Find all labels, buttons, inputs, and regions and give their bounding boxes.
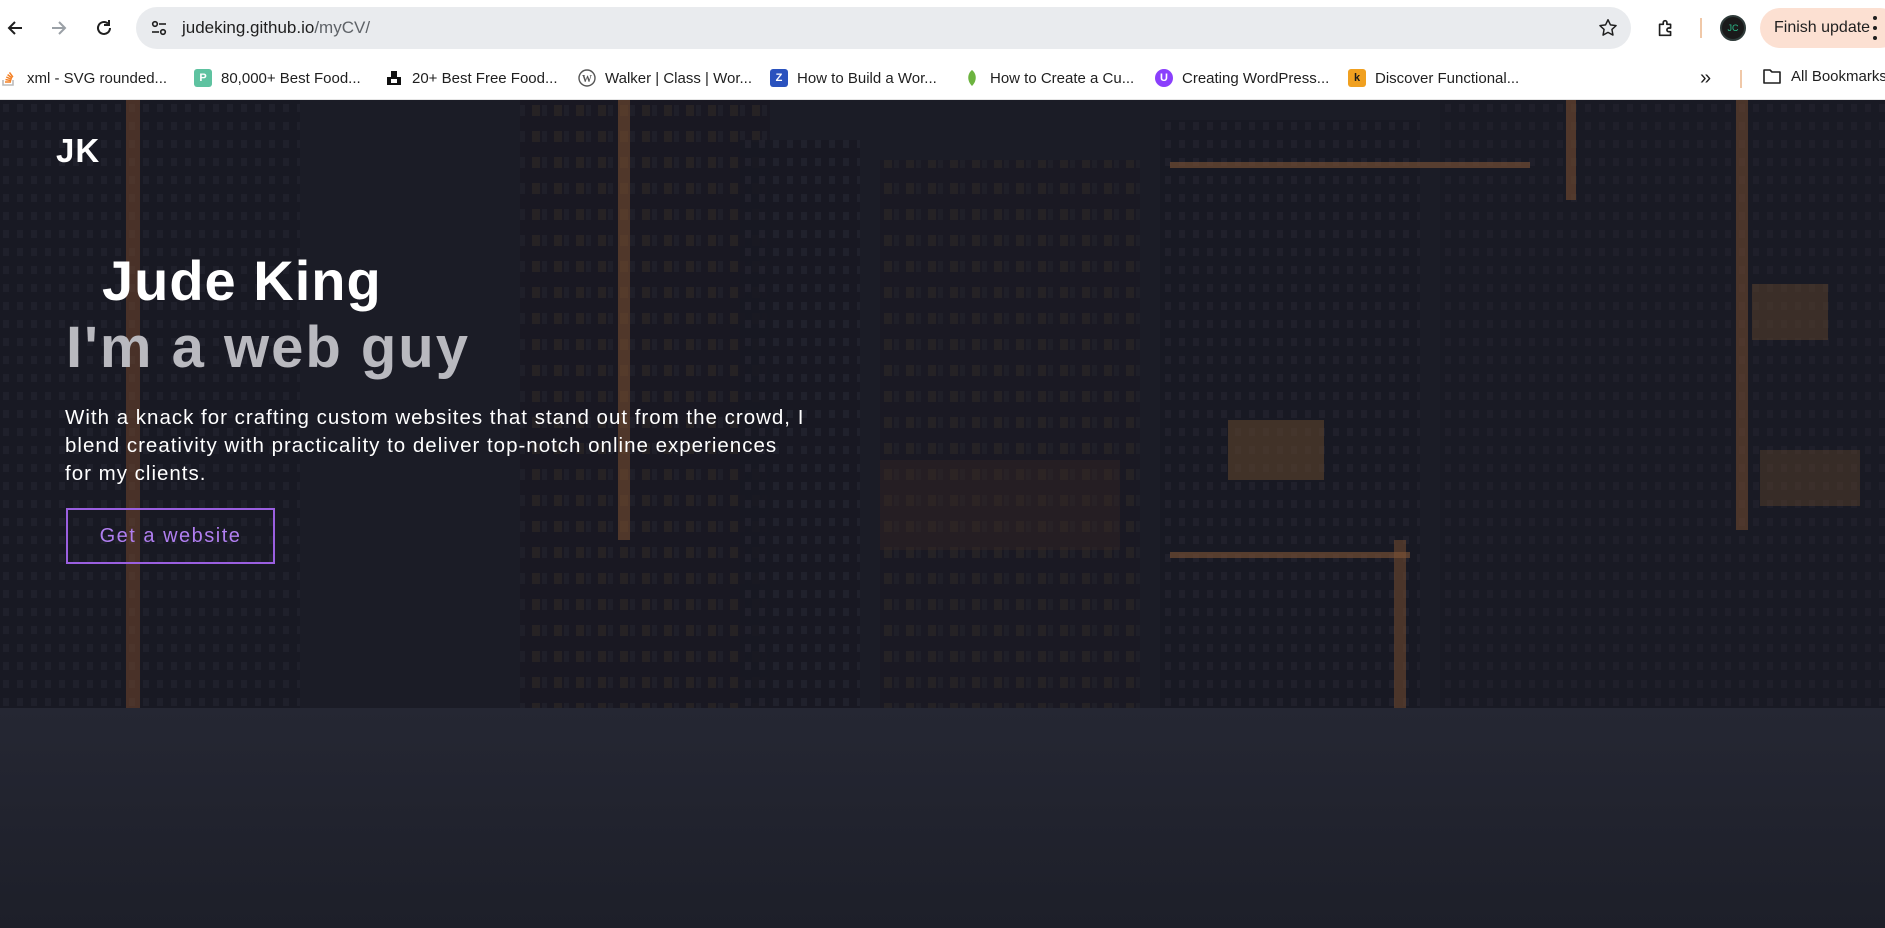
hero-section: JK Jude King I'm a web guy With a knack … xyxy=(0,100,1885,708)
bookmark-label: Walker | Class | Wor... xyxy=(605,69,752,87)
hero-description: With a knack for crafting custom website… xyxy=(65,406,805,485)
more-bookmarks-chevron-icon[interactable]: » xyxy=(1700,68,1722,90)
bookmark-label: 20+ Best Free Food... xyxy=(412,69,558,87)
bookmark-label: How to Create a Cu... xyxy=(990,69,1135,87)
bookmark-item[interactable]: Z How to Build a Wor... xyxy=(770,67,937,89)
reload-icon xyxy=(97,20,111,35)
k-icon: k xyxy=(1348,69,1366,87)
forward-button[interactable] xyxy=(42,12,74,44)
arrow-left-icon xyxy=(7,21,22,35)
hero-name-heading: Jude King xyxy=(102,249,382,312)
hero-tagline: I'm a web guy xyxy=(66,315,470,380)
bookmark-label: 80,000+ Best Food... xyxy=(221,69,361,87)
bookmark-item[interactable]: P 80,000+ Best Food... xyxy=(194,67,361,89)
bookmark-label: xml - SVG rounded... xyxy=(27,69,168,87)
profile-initials: JC xyxy=(1727,23,1739,33)
extensions-button[interactable] xyxy=(1650,12,1682,44)
bookmark-item[interactable]: 20+ Best Free Food... xyxy=(385,67,558,89)
bookmark-item[interactable]: U Creating WordPress... xyxy=(1155,67,1329,89)
page-viewport: JK Jude King I'm a web guy With a knack … xyxy=(0,100,1885,928)
bookmark-label: Creating WordPress... xyxy=(1182,69,1330,87)
arrow-right-icon xyxy=(52,21,67,35)
bookmark-label: How to Build a Wor... xyxy=(797,69,937,87)
url-path: /myCV/ xyxy=(314,18,371,37)
next-section xyxy=(0,708,1885,928)
freepik-icon: P xyxy=(194,69,212,87)
site-icon: Z xyxy=(770,69,788,87)
folder-icon xyxy=(1763,69,1781,84)
all-bookmarks-button[interactable]: All Bookmarks xyxy=(1762,67,1885,85)
bookmark-item[interactable]: k Discover Functional... xyxy=(1348,67,1519,89)
all-bookmarks-label: All Bookmarks xyxy=(1791,67,1885,85)
bookmarks-bar: xml - SVG rounded... P 80,000+ Best Food… xyxy=(0,56,1885,100)
url-host: judeking.github.io xyxy=(182,18,315,37)
bookmarks-divider xyxy=(1740,70,1742,88)
reload-button[interactable] xyxy=(88,12,120,44)
stackoverflow-icon xyxy=(0,69,18,87)
finish-update-button[interactable]: Finish update xyxy=(1760,8,1885,48)
site-info-button[interactable] xyxy=(146,15,172,41)
puzzle-icon xyxy=(1658,19,1672,37)
back-button[interactable] xyxy=(0,12,32,44)
get-a-website-button[interactable]: Get a website xyxy=(66,508,275,564)
svg-text:W: W xyxy=(582,74,592,85)
bookmark-item[interactable]: xml - SVG rounded... xyxy=(0,67,167,89)
bookmark-item[interactable]: How to Create a Cu... xyxy=(963,67,1134,89)
tune-icon xyxy=(151,20,167,36)
site-icon xyxy=(385,69,403,87)
bookmark-star-icon[interactable] xyxy=(1597,17,1619,39)
wordpress-icon: W xyxy=(578,69,596,87)
site-logo[interactable]: JK xyxy=(56,132,100,170)
bookmark-item[interactable]: W Walker | Class | Wor... xyxy=(578,67,752,89)
toolbar-divider xyxy=(1700,18,1702,38)
address-bar[interactable]: judeking.github.io/myCV/ xyxy=(136,7,1631,49)
leaf-icon xyxy=(963,69,981,87)
url-text[interactable]: judeking.github.io/myCV/ xyxy=(182,18,370,38)
finish-update-label: Finish update xyxy=(1774,19,1871,36)
site-icon: U xyxy=(1155,69,1173,87)
menu-kebab-icon[interactable] xyxy=(1872,16,1878,40)
profile-avatar[interactable]: JC xyxy=(1720,15,1746,41)
browser-toolbar: judeking.github.io/myCV/ JC Finish updat… xyxy=(0,0,1885,56)
bookmark-label: Discover Functional... xyxy=(1375,69,1520,87)
